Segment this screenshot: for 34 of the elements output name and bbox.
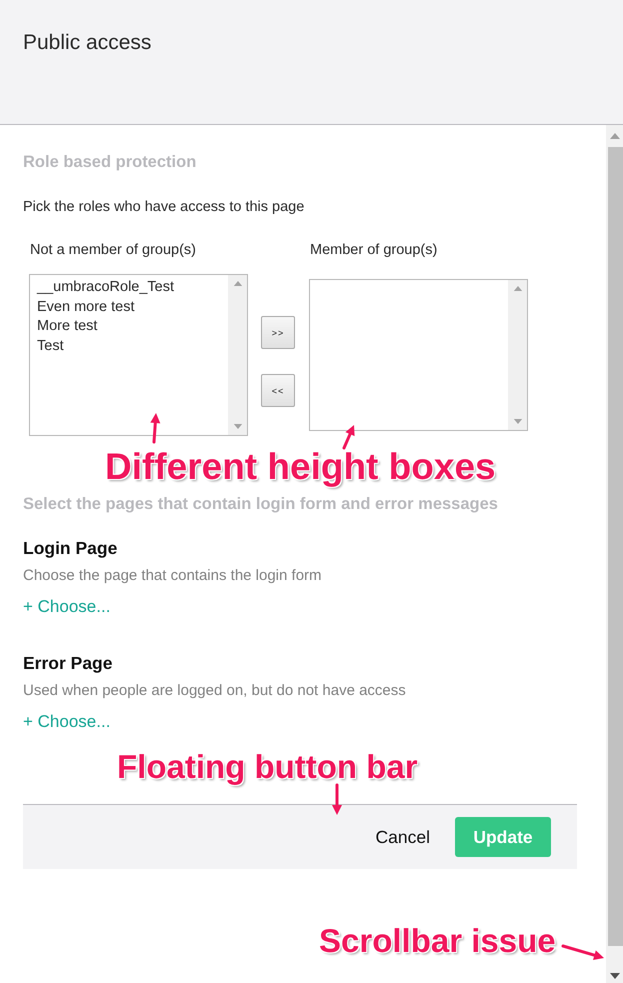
field-title: Login Page — [23, 537, 118, 559]
caret-up-icon[interactable] — [512, 286, 522, 291]
scrollbar-track[interactable] — [606, 125, 623, 983]
section-heading: Select the pages that contain login form and error messages — [23, 494, 498, 514]
list-label: Not a member of group(s) — [30, 241, 196, 259]
field-description: Choose the page that contains the login form — [23, 567, 322, 585]
move-button[interactable]: >> — [261, 316, 295, 349]
arrow — [150, 413, 160, 444]
field-title: Error Page — [23, 652, 112, 674]
listbox[interactable] — [309, 279, 528, 431]
listbox-scrollbar[interactable] — [508, 280, 527, 430]
scrollbar-thumb[interactable] — [608, 147, 623, 946]
caret-up-icon[interactable] — [232, 281, 242, 286]
list-label: Member of group(s) — [310, 241, 438, 259]
list-item[interactable]: Test — [36, 336, 65, 356]
list-item[interactable]: __umbracoRole_Test — [36, 278, 176, 298]
annotation-text: Floating button bar — [117, 750, 418, 783]
list-item[interactable]: Even more test — [36, 298, 136, 317]
annotation-text: Scrollbar issue — [319, 924, 556, 957]
listbox[interactable]: __umbracoRole_Test Even more test More test Test — [29, 274, 248, 436]
arrow — [562, 944, 604, 960]
listbox-scrollbar[interactable] — [228, 275, 247, 435]
cancel-button[interactable]: Cancel — [376, 826, 430, 848]
list-item[interactable]: More test — [36, 317, 98, 336]
move-button[interactable]: << — [261, 374, 295, 407]
arrow — [332, 784, 342, 815]
arrow — [342, 425, 355, 450]
caret-up-icon[interactable] — [610, 133, 620, 139]
field-description: Used when people are logged on, but do not have access — [23, 682, 406, 700]
section-heading: Role based protection — [23, 152, 196, 172]
annotation-text: Different height boxes — [105, 448, 496, 485]
instruction-text: Pick the roles who have access to this page — [23, 198, 304, 216]
caret-down-icon[interactable] — [610, 973, 620, 979]
dialog-title: Public access — [23, 30, 152, 55]
